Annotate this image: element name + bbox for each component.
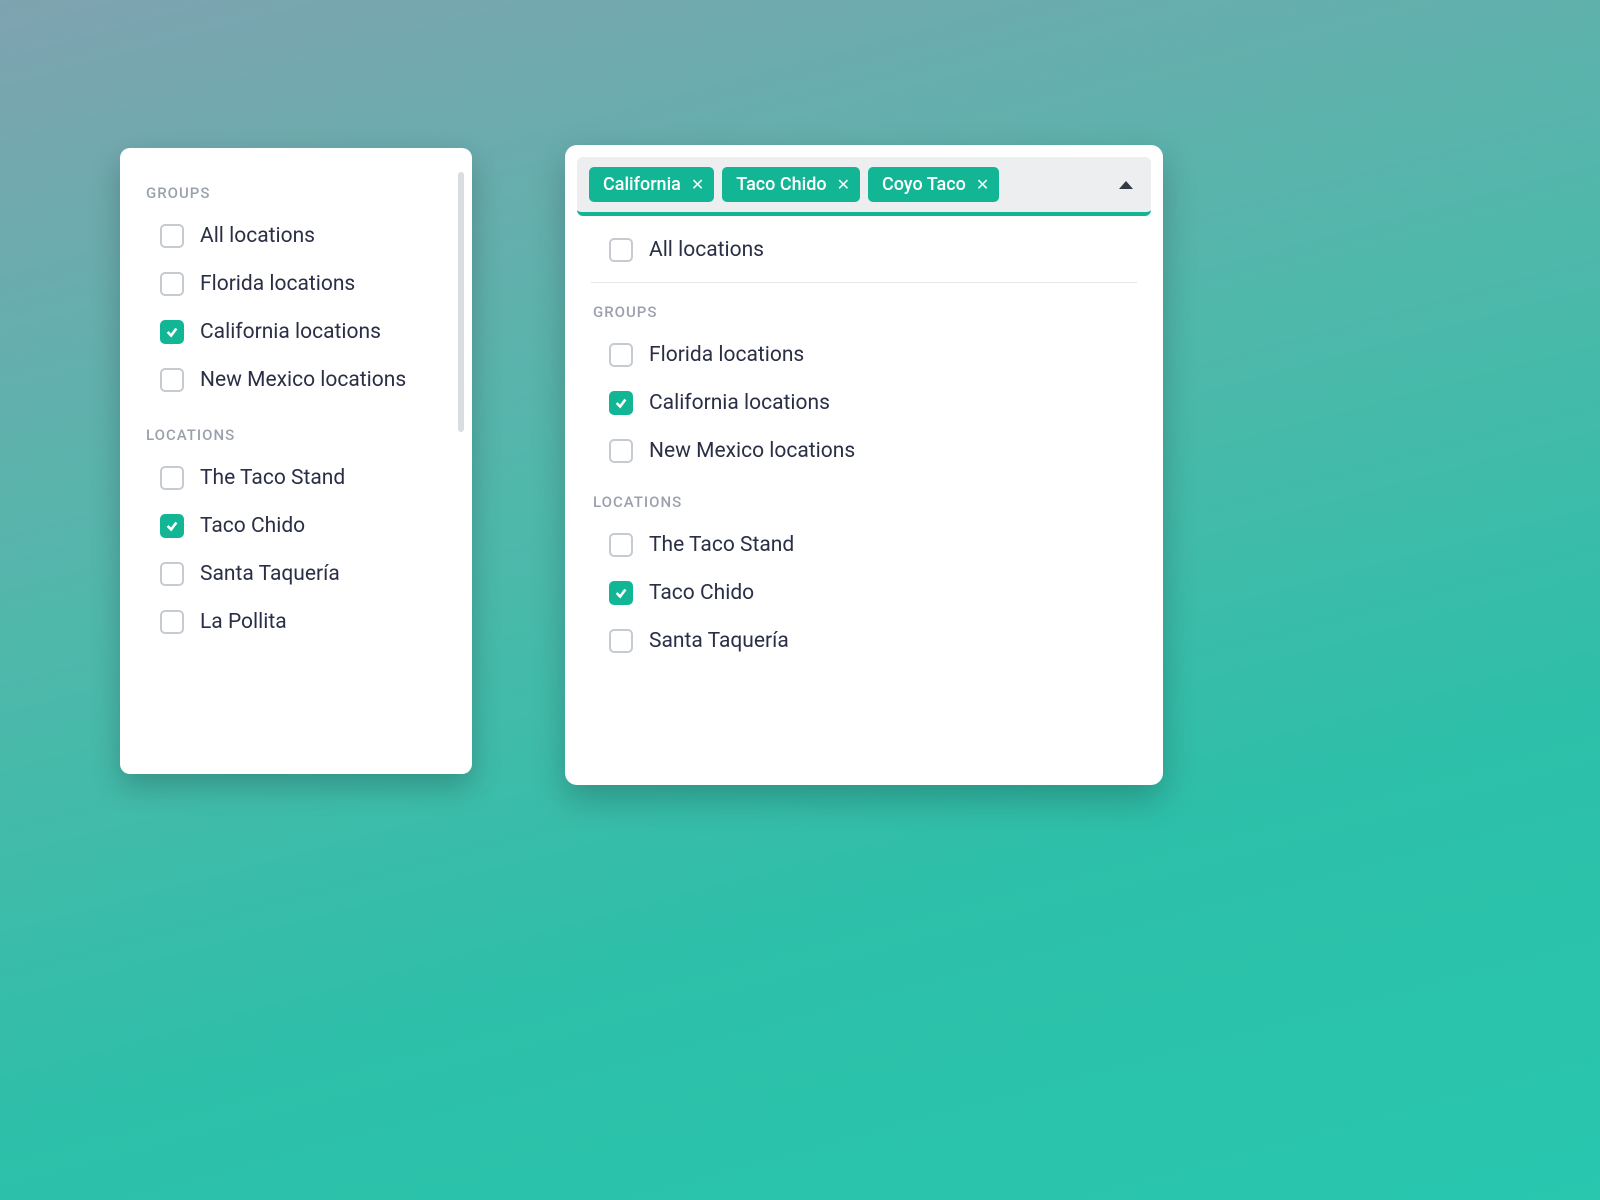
checkbox-label: New Mexico locations <box>200 368 406 392</box>
checkbox[interactable] <box>160 514 184 538</box>
checkbox-row-florida[interactable]: Florida locations <box>565 331 1163 379</box>
checkbox-label: The Taco Stand <box>649 533 794 557</box>
section-header-groups: GROUPS <box>120 172 472 212</box>
checkbox[interactable] <box>609 238 633 262</box>
section-header-groups: GROUPS <box>565 285 1163 331</box>
section-header-locations: LOCATIONS <box>565 475 1163 521</box>
close-icon[interactable]: ✕ <box>976 177 989 193</box>
checkbox[interactable] <box>609 439 633 463</box>
checkbox[interactable] <box>609 581 633 605</box>
caret-up-icon[interactable] <box>1119 181 1133 189</box>
close-icon[interactable]: ✕ <box>691 177 704 193</box>
checkbox[interactable] <box>160 610 184 634</box>
chip-taco-chido[interactable]: Taco Chido ✕ <box>722 167 860 202</box>
checkbox-label: Florida locations <box>200 272 355 296</box>
dropdown-body: All locations GROUPS Florida locations C… <box>565 216 1163 665</box>
checkbox[interactable] <box>160 562 184 586</box>
checkbox-row-taco-chido[interactable]: Taco Chido <box>565 569 1163 617</box>
filter-panel-simple: GROUPS All locations Florida locations C… <box>120 148 472 774</box>
checkbox-row-california[interactable]: California locations <box>120 308 472 356</box>
checkbox[interactable] <box>609 533 633 557</box>
checkbox[interactable] <box>609 629 633 653</box>
checkbox-row-new-mexico[interactable]: New Mexico locations <box>565 427 1163 475</box>
checkbox-row-taco-stand[interactable]: The Taco Stand <box>120 454 472 502</box>
divider <box>591 282 1137 283</box>
chip-label: Coyo Taco <box>882 174 966 195</box>
chip-label: California <box>603 174 681 195</box>
checkbox-label: New Mexico locations <box>649 439 855 463</box>
checkbox-row-taco-chido[interactable]: Taco Chido <box>120 502 472 550</box>
checkbox-row-taco-stand[interactable]: The Taco Stand <box>565 521 1163 569</box>
checkbox-row-santa-taqueria[interactable]: Santa Taquería <box>120 550 472 598</box>
checkbox-label: All locations <box>649 238 764 262</box>
checkbox-label: California locations <box>649 391 830 415</box>
chip-label: Taco Chido <box>736 174 826 195</box>
checkbox-row-florida[interactable]: Florida locations <box>120 260 472 308</box>
close-icon[interactable]: ✕ <box>837 177 850 193</box>
checkbox-row-santa-taqueria[interactable]: Santa Taquería <box>565 617 1163 665</box>
filter-panel-with-chips: California ✕ Taco Chido ✕ Coyo Taco ✕ Al… <box>565 145 1163 785</box>
checkbox[interactable] <box>160 368 184 392</box>
checkbox-row-all-locations[interactable]: All locations <box>565 226 1163 274</box>
checkbox-row-la-pollita[interactable]: La Pollita <box>120 598 472 646</box>
chip-coyo-taco[interactable]: Coyo Taco ✕ <box>868 167 999 202</box>
checkbox-label: All locations <box>200 224 315 248</box>
checkbox-label: Florida locations <box>649 343 804 367</box>
checkbox-label: Taco Chido <box>649 581 754 605</box>
checkbox-row-all-locations[interactable]: All locations <box>120 212 472 260</box>
checkbox-label: La Pollita <box>200 610 287 634</box>
checkbox-row-new-mexico[interactable]: New Mexico locations <box>120 356 472 404</box>
chip-california[interactable]: California ✕ <box>589 167 714 202</box>
checkbox[interactable] <box>160 320 184 344</box>
checkbox-row-california[interactable]: California locations <box>565 379 1163 427</box>
checkbox-label: Santa Taquería <box>200 562 340 586</box>
section-header-locations: LOCATIONS <box>120 404 472 454</box>
checkbox[interactable] <box>160 224 184 248</box>
selected-chips-bar[interactable]: California ✕ Taco Chido ✕ Coyo Taco ✕ <box>577 157 1151 216</box>
checkbox-label: Santa Taquería <box>649 629 789 653</box>
checkbox[interactable] <box>609 391 633 415</box>
checkbox-label: Taco Chido <box>200 514 305 538</box>
checkbox-label: The Taco Stand <box>200 466 345 490</box>
checkbox[interactable] <box>609 343 633 367</box>
scrollbar[interactable] <box>458 172 464 432</box>
checkbox[interactable] <box>160 272 184 296</box>
checkbox-label: California locations <box>200 320 381 344</box>
checkbox[interactable] <box>160 466 184 490</box>
